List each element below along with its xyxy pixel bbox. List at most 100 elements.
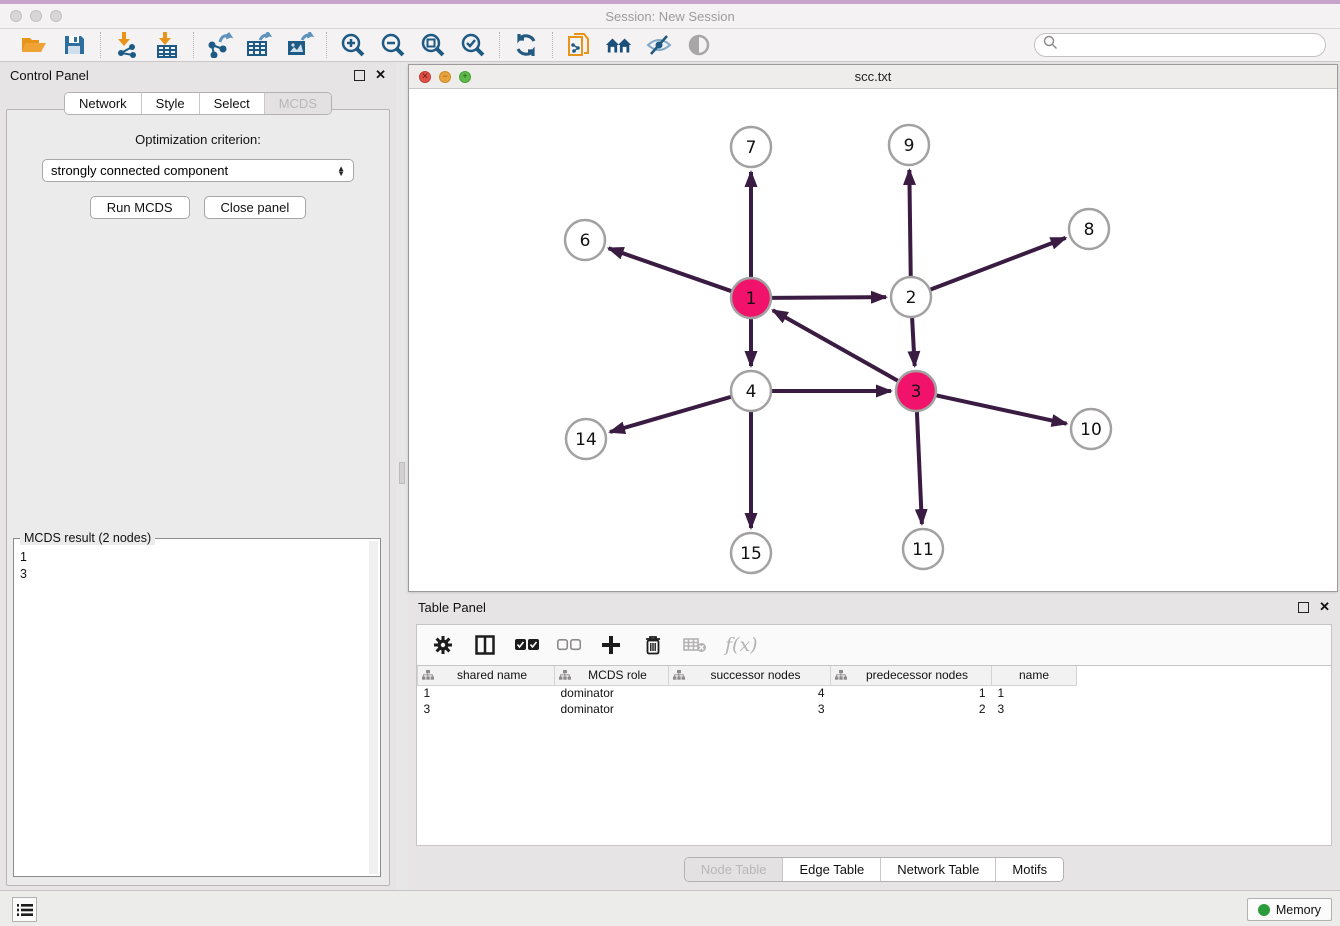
edge-2-8[interactable] <box>931 238 1066 290</box>
close-window-button[interactable] <box>10 10 22 22</box>
result-scrollbar[interactable] <box>369 541 378 874</box>
svg-text:7: 7 <box>746 138 757 158</box>
table-cell[interactable]: dominator <box>555 701 669 717</box>
tab-select[interactable]: Select <box>200 93 265 114</box>
export-image-icon[interactable] <box>286 32 314 58</box>
edge-3-10[interactable] <box>937 395 1067 423</box>
save-session-icon[interactable] <box>60 32 88 58</box>
table-row[interactable]: 1dominator411 <box>418 685 1077 701</box>
refresh-icon[interactable] <box>512 32 540 58</box>
close-table-panel-icon[interactable]: ✕ <box>1319 599 1330 615</box>
toolbar-separator <box>326 32 327 58</box>
columns-icon[interactable] <box>473 633 497 657</box>
delete-row-icon[interactable] <box>641 633 665 657</box>
main-titlebar: Session: New Session <box>0 4 1340 29</box>
settings-gear-icon[interactable] <box>431 633 455 657</box>
table-cell[interactable]: dominator <box>555 685 669 701</box>
column-header-successor-nodes[interactable]: successor nodes <box>669 666 831 685</box>
zoom-out-icon[interactable] <box>379 32 407 58</box>
edge-1-6[interactable] <box>609 248 732 291</box>
tab-style[interactable]: Style <box>142 93 200 114</box>
tab-network[interactable]: Network <box>65 93 142 114</box>
node-1[interactable]: 1 <box>731 278 771 318</box>
tab-node-table[interactable]: Node Table <box>685 858 784 881</box>
tab-edge-table[interactable]: Edge Table <box>783 858 881 881</box>
toolbar-separator <box>100 32 101 58</box>
column-header-predecessor-nodes[interactable]: predecessor nodes <box>831 666 992 685</box>
dropdown-value: strongly connected component <box>51 163 337 178</box>
node-8[interactable]: 8 <box>1069 209 1109 249</box>
table-row[interactable]: 3dominator323 <box>418 701 1077 717</box>
import-network-icon[interactable] <box>113 32 141 58</box>
table-toolbar: f(x) <box>416 624 1332 666</box>
node-10[interactable]: 10 <box>1071 409 1111 449</box>
eye-slash-icon[interactable] <box>645 32 673 58</box>
mcds-result-text[interactable]: 1 3 <box>20 549 368 874</box>
memory-button[interactable]: Memory <box>1247 898 1332 921</box>
edge-2-9[interactable] <box>909 170 910 276</box>
edge-4-14[interactable] <box>610 397 731 432</box>
node-3[interactable]: 3 <box>896 371 936 411</box>
tab-network-table[interactable]: Network Table <box>881 858 996 881</box>
open-session-icon[interactable] <box>20 32 48 58</box>
table-cell[interactable]: 4 <box>669 685 831 701</box>
minimize-window-button[interactable] <box>30 10 42 22</box>
table-cell[interactable]: 3 <box>418 701 555 717</box>
table-cell[interactable]: 3 <box>992 701 1077 717</box>
node-4[interactable]: 4 <box>731 371 771 411</box>
column-header-name[interactable]: name <box>992 666 1077 685</box>
column-header-shared-name[interactable]: shared name <box>418 666 555 685</box>
select-all-checkboxes-icon[interactable] <box>515 633 539 657</box>
svg-text:8: 8 <box>1084 220 1095 240</box>
optimization-criterion-dropdown[interactable]: strongly connected component ▲▼ <box>42 159 354 182</box>
home-icon[interactable] <box>605 32 633 58</box>
export-table-icon[interactable] <box>246 32 274 58</box>
search-field[interactable] <box>1034 33 1326 57</box>
panel-splitter[interactable] <box>398 62 406 890</box>
zoom-window-button[interactable] <box>50 10 62 22</box>
close-panel-icon[interactable]: ✕ <box>375 67 386 83</box>
float-table-panel-icon[interactable] <box>1298 602 1309 613</box>
table-cell[interactable]: 1 <box>418 685 555 701</box>
copy-network-icon[interactable] <box>565 32 593 58</box>
run-mcds-button[interactable]: Run MCDS <box>90 196 190 219</box>
node-6[interactable]: 6 <box>565 220 605 260</box>
node-15[interactable]: 15 <box>731 533 771 573</box>
zoom-fit-icon[interactable] <box>419 32 447 58</box>
edge-3-11[interactable] <box>917 412 922 524</box>
tab-motifs[interactable]: Motifs <box>996 858 1063 881</box>
node-2[interactable]: 2 <box>891 277 931 317</box>
export-network-icon[interactable] <box>206 32 234 58</box>
edge-2-3[interactable] <box>912 318 915 366</box>
close-panel-button[interactable]: Close panel <box>204 196 307 219</box>
svg-text:9: 9 <box>904 136 915 156</box>
deselect-checkboxes-icon[interactable] <box>557 633 581 657</box>
node-11[interactable]: 11 <box>903 529 943 569</box>
table-cell[interactable]: 2 <box>831 701 992 717</box>
import-table-icon[interactable] <box>153 32 181 58</box>
network-canvas[interactable]: 7 9 6 8 1 2 4 3 14 10 15 11 <box>409 89 1337 591</box>
zoom-selected-icon[interactable] <box>459 32 487 58</box>
network-window-titlebar[interactable]: ✕ − + scc.txt <box>409 65 1337 89</box>
node-9[interactable]: 9 <box>889 125 929 165</box>
add-row-icon[interactable] <box>599 633 623 657</box>
edge-3-1[interactable] <box>773 310 898 380</box>
node-14[interactable]: 14 <box>566 419 606 459</box>
eye-icon <box>685 32 713 58</box>
search-input[interactable] <box>1058 38 1325 52</box>
zoom-in-icon[interactable] <box>339 32 367 58</box>
svg-text:3: 3 <box>911 382 922 402</box>
table-cell[interactable]: 1 <box>992 685 1077 701</box>
node-7[interactable]: 7 <box>731 127 771 167</box>
edge-1-2[interactable] <box>772 297 886 298</box>
node-table[interactable]: shared nameMCDS rolesuccessor nodesprede… <box>416 666 1332 846</box>
float-panel-icon[interactable] <box>354 70 365 81</box>
table-cell[interactable]: 1 <box>831 685 992 701</box>
column-header-MCDS-role[interactable]: MCDS role <box>555 666 669 685</box>
task-history-button[interactable] <box>12 897 37 922</box>
svg-text:4: 4 <box>746 382 757 402</box>
network-view-window: ✕ − + scc.txt 7 9 6 8 1 2 4 3 14 10 15 11 <box>408 64 1338 592</box>
memory-label: Memory <box>1276 903 1321 917</box>
tab-mcds[interactable]: MCDS <box>265 93 331 114</box>
table-cell[interactable]: 3 <box>669 701 831 717</box>
